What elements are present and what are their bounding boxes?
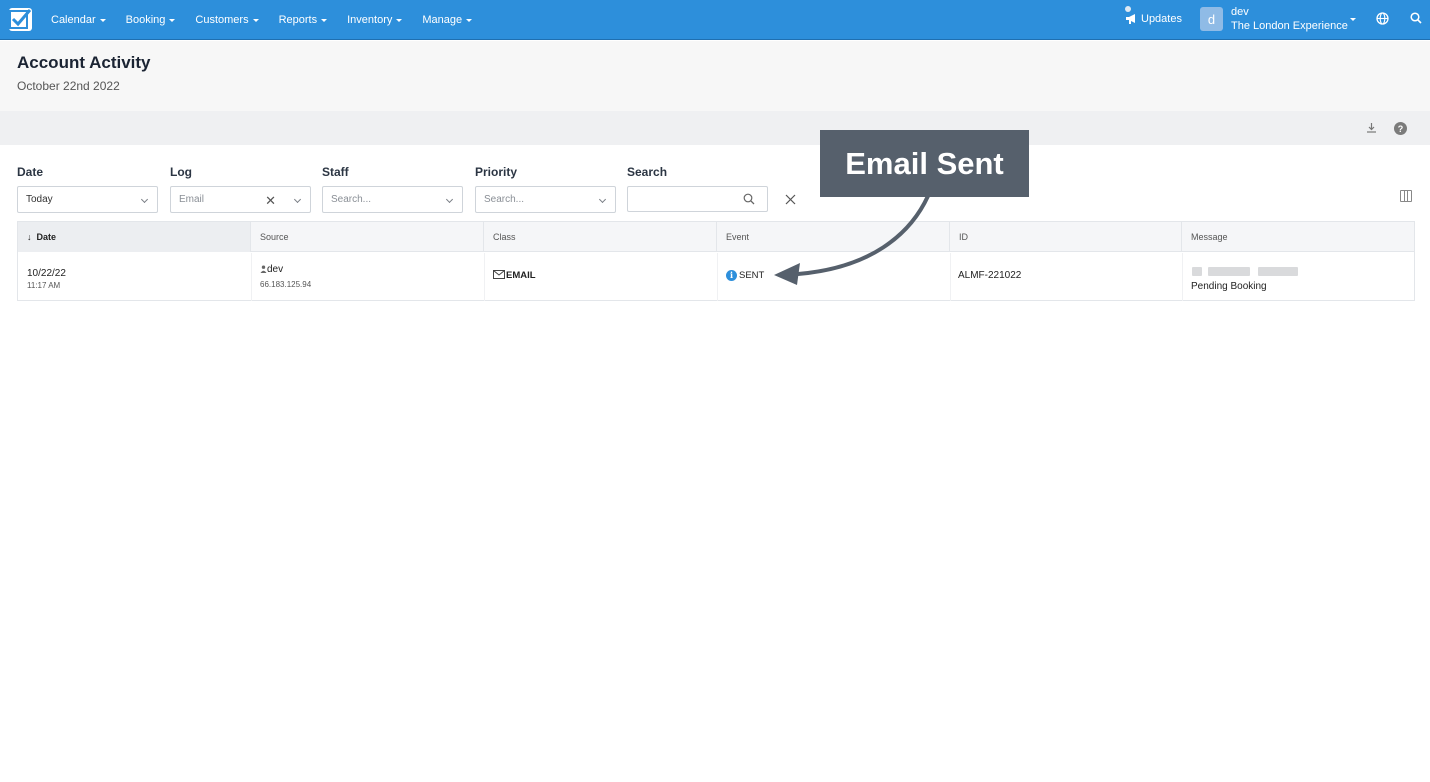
user-menu-caret-icon[interactable] bbox=[1350, 18, 1356, 21]
activity-table: ↓ Date Source Class Event ID Message 10/… bbox=[17, 221, 1415, 301]
updates-label: Updates bbox=[1141, 13, 1182, 25]
notification-dot bbox=[1125, 6, 1131, 12]
caret-down-icon bbox=[466, 18, 473, 22]
log-filter-label: Log bbox=[170, 165, 192, 179]
nav-customers[interactable]: Customers bbox=[195, 14, 259, 26]
avatar[interactable]: d bbox=[1200, 7, 1223, 31]
row-source-ip: 66.183.125.94 bbox=[260, 280, 312, 289]
staff-select-placeholder: Search... bbox=[331, 194, 372, 205]
staff-filter-label: Staff bbox=[322, 165, 349, 179]
column-header-date[interactable]: ↓ Date bbox=[18, 222, 251, 252]
user-organization[interactable]: The London Experience bbox=[1231, 20, 1348, 32]
priority-select-placeholder: Search... bbox=[484, 194, 525, 205]
caret-down-icon bbox=[396, 18, 403, 22]
page-header: Account Activity October 22nd 2022 bbox=[0, 41, 1430, 111]
nav-inventory[interactable]: Inventory bbox=[347, 14, 403, 26]
column-header-source[interactable]: Source bbox=[251, 222, 484, 252]
redacted-text bbox=[1208, 267, 1250, 276]
sort-down-arrow-icon: ↓ bbox=[27, 232, 32, 242]
nav-booking[interactable]: Booking bbox=[126, 14, 176, 26]
row-time: 11:17 AM bbox=[27, 281, 61, 290]
megaphone-icon bbox=[1126, 14, 1135, 24]
row-source-user: dev bbox=[260, 264, 283, 275]
download-icon[interactable] bbox=[1366, 122, 1377, 133]
log-select-value: Email bbox=[179, 194, 205, 205]
row-class: EMAIL bbox=[493, 270, 536, 281]
column-header-class[interactable]: Class bbox=[484, 222, 717, 252]
nav-calendar[interactable]: Calendar bbox=[51, 14, 106, 26]
user-icon bbox=[260, 265, 267, 273]
app-logo-checkmark-icon[interactable] bbox=[9, 8, 32, 31]
updates-button[interactable]: Updates bbox=[1125, 6, 1182, 31]
page-subtitle: October 22nd 2022 bbox=[17, 79, 120, 93]
nav-manage[interactable]: Manage bbox=[422, 14, 473, 26]
redacted-text bbox=[1258, 267, 1298, 276]
envelope-icon bbox=[493, 270, 505, 279]
chevron-down-icon bbox=[445, 195, 454, 204]
row-event: i SENT bbox=[726, 270, 764, 281]
clear-selection-icon[interactable]: ✕ bbox=[265, 193, 276, 209]
search-input[interactable] bbox=[627, 186, 768, 212]
priority-select[interactable]: Search... bbox=[475, 186, 616, 213]
row-id: ALMF-221022 bbox=[958, 270, 1022, 281]
search-icon bbox=[743, 193, 755, 205]
annotation-arrow bbox=[774, 194, 930, 285]
log-select[interactable]: Email ✕ bbox=[170, 186, 311, 213]
date-filter-label: Date bbox=[17, 165, 44, 179]
row-message: Pending Booking bbox=[1191, 281, 1267, 292]
chevron-down-icon bbox=[293, 195, 302, 204]
column-header-id[interactable]: ID bbox=[950, 222, 1182, 252]
redacted-text bbox=[1192, 267, 1202, 276]
columns-toggle-icon[interactable] bbox=[1400, 190, 1412, 202]
search-filter-label: Search bbox=[627, 165, 668, 179]
annotation-callout: Email Sent bbox=[820, 130, 1029, 197]
row-date: 10/22/22 bbox=[27, 268, 66, 279]
chevron-down-icon bbox=[598, 195, 607, 204]
search-icon[interactable] bbox=[1410, 12, 1422, 24]
caret-down-icon bbox=[99, 18, 106, 22]
chevron-down-icon bbox=[140, 195, 149, 204]
caret-down-icon bbox=[252, 18, 259, 22]
globe-icon[interactable] bbox=[1376, 12, 1389, 25]
table-row[interactable]: 10/22/22 11:17 AM dev 66.183.125.94 EMAI… bbox=[18, 253, 1414, 301]
date-select[interactable]: Today bbox=[17, 186, 158, 213]
table-header: ↓ Date Source Class Event ID Message bbox=[18, 222, 1414, 252]
priority-filter-label: Priority bbox=[475, 165, 518, 179]
info-icon: i bbox=[726, 270, 737, 281]
caret-down-icon bbox=[169, 18, 176, 22]
date-select-value: Today bbox=[26, 194, 53, 205]
page-title: Account Activity bbox=[17, 53, 151, 72]
caret-down-icon bbox=[321, 18, 328, 22]
staff-select[interactable]: Search... bbox=[322, 186, 463, 213]
nav-reports[interactable]: Reports bbox=[279, 14, 328, 26]
user-name[interactable]: dev bbox=[1231, 6, 1249, 18]
column-header-message[interactable]: Message bbox=[1182, 222, 1414, 252]
main-menu: Calendar Booking Customers Reports Inven… bbox=[51, 0, 492, 40]
help-icon[interactable]: ? bbox=[1394, 122, 1407, 135]
toolbar: ? bbox=[0, 111, 1430, 145]
top-navbar: Calendar Booking Customers Reports Inven… bbox=[0, 0, 1430, 40]
